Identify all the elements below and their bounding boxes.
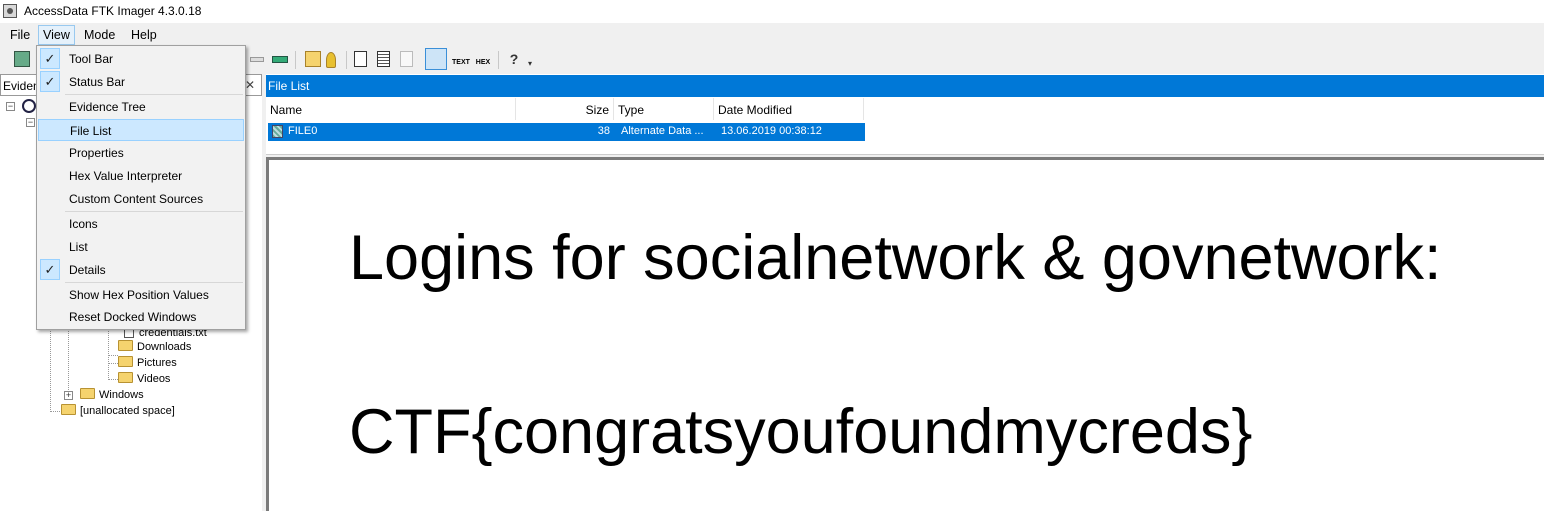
memory-icon[interactable] [272, 56, 288, 63]
viewer-text-line-1: Logins for socialnetwork & govnetwork: [349, 223, 1442, 293]
menu-item-tool-bar[interactable]: ✓ Tool Bar [37, 48, 245, 70]
toolbar-separator [346, 51, 347, 69]
document-disabled-icon [400, 51, 413, 67]
title-bar: AccessData FTK Imager 4.3.0.18 [0, 0, 1544, 23]
folder-icon[interactable] [305, 51, 321, 67]
cell-type: Alternate Data ... [621, 125, 704, 137]
app-icon [3, 4, 17, 18]
menu-separator [65, 94, 243, 95]
viewer-text-line-2: CTF{congratsyoufoundmycreds} [349, 397, 1253, 467]
tree-node-videos[interactable]: Videos [118, 372, 170, 385]
checkmark-icon: ✓ [40, 48, 60, 69]
key-icon[interactable] [326, 52, 336, 68]
menu-item-show-hex-position-values[interactable]: Show Hex Position Values [37, 284, 245, 306]
menu-mode[interactable]: Mode [80, 26, 119, 44]
tree-line [50, 411, 60, 412]
document-text-icon[interactable] [377, 51, 390, 67]
menu-item-custom-content-sources[interactable]: Custom Content Sources [37, 188, 245, 210]
ads-file-icon [272, 125, 283, 138]
checkmark-icon: ✓ [40, 71, 60, 92]
menu-bar: File View Mode Help [0, 23, 1544, 45]
checkmark-icon: ✓ [40, 259, 60, 280]
tree-node-downloads[interactable]: Downloads [118, 340, 191, 353]
glasses-view-icon[interactable] [425, 48, 447, 70]
tree-line [108, 379, 118, 380]
folder-icon [61, 404, 76, 415]
text-view-icon[interactable]: TEXT [452, 51, 470, 67]
folder-icon [118, 356, 133, 367]
file-list-title: File List [268, 79, 310, 93]
menu-view[interactable]: View [38, 25, 75, 45]
evidence-tree-title: Eviden [3, 79, 40, 93]
tree-line [108, 355, 118, 356]
column-name[interactable]: Name [266, 98, 516, 120]
add-evidence-icon[interactable] [14, 51, 30, 67]
menu-separator [65, 211, 243, 212]
toolbar-overflow-icon[interactable]: ▾ [528, 59, 544, 75]
menu-item-reset-docked-windows[interactable]: Reset Docked Windows [37, 306, 245, 328]
menu-separator [65, 282, 243, 283]
folder-icon [80, 388, 95, 399]
tree-line [108, 363, 118, 364]
toolbar-separator [498, 51, 499, 69]
content-viewer: Logins for socialnetwork & govnetwork: C… [266, 157, 1544, 511]
menu-item-hex-value-interpreter[interactable]: Hex Value Interpreter [37, 165, 245, 187]
menu-item-list[interactable]: List [37, 236, 245, 258]
column-date-modified[interactable]: Date Modified [714, 98, 864, 120]
tree-node-pictures[interactable]: Pictures [118, 356, 177, 369]
evidence-icon [22, 99, 36, 113]
menu-item-properties[interactable]: Properties [37, 142, 245, 164]
help-icon[interactable]: ? [506, 51, 522, 67]
menu-item-icons[interactable]: Icons [37, 213, 245, 235]
menu-item-status-bar[interactable]: ✓ Status Bar [37, 71, 245, 93]
folder-icon [118, 340, 133, 351]
expand-box-icon[interactable]: + [64, 391, 73, 400]
table-row[interactable]: FILE0 38 Alternate Data ... 13.06.2019 0… [268, 123, 865, 141]
collapse-box-icon[interactable]: − [6, 102, 15, 111]
new-document-icon[interactable] [354, 51, 367, 67]
cell-name: FILE0 [288, 125, 318, 137]
toolbar-separator [295, 51, 296, 69]
collapse-box-icon[interactable]: − [26, 118, 35, 127]
file-list-header: File List [266, 75, 1544, 97]
drive-icon[interactable] [250, 57, 264, 62]
menu-file[interactable]: File [6, 26, 34, 44]
folder-icon [118, 372, 133, 383]
tree-node-unallocated[interactable]: [unallocated space] [61, 404, 175, 417]
cell-date-modified: 13.06.2019 00:38:12 [721, 125, 822, 137]
tree-node-windows[interactable]: Windows [80, 388, 144, 401]
file-list-columns: Name Size Type Date Modified [266, 98, 866, 121]
close-icon[interactable]: ✕ [245, 78, 255, 92]
column-type[interactable]: Type [614, 98, 714, 120]
column-size[interactable]: Size [516, 98, 614, 120]
menu-help[interactable]: Help [127, 26, 161, 44]
menu-item-details[interactable]: ✓ Details [37, 259, 245, 281]
menu-item-file-list[interactable]: File List [38, 119, 244, 141]
hex-view-icon[interactable]: HEX [475, 51, 491, 67]
view-menu-dropdown: ✓ Tool Bar ✓ Status Bar Evidence Tree Fi… [36, 45, 246, 330]
cell-size: 38 [597, 125, 610, 137]
menu-item-evidence-tree[interactable]: Evidence Tree [37, 96, 245, 118]
window-title: AccessData FTK Imager 4.3.0.18 [24, 4, 202, 18]
